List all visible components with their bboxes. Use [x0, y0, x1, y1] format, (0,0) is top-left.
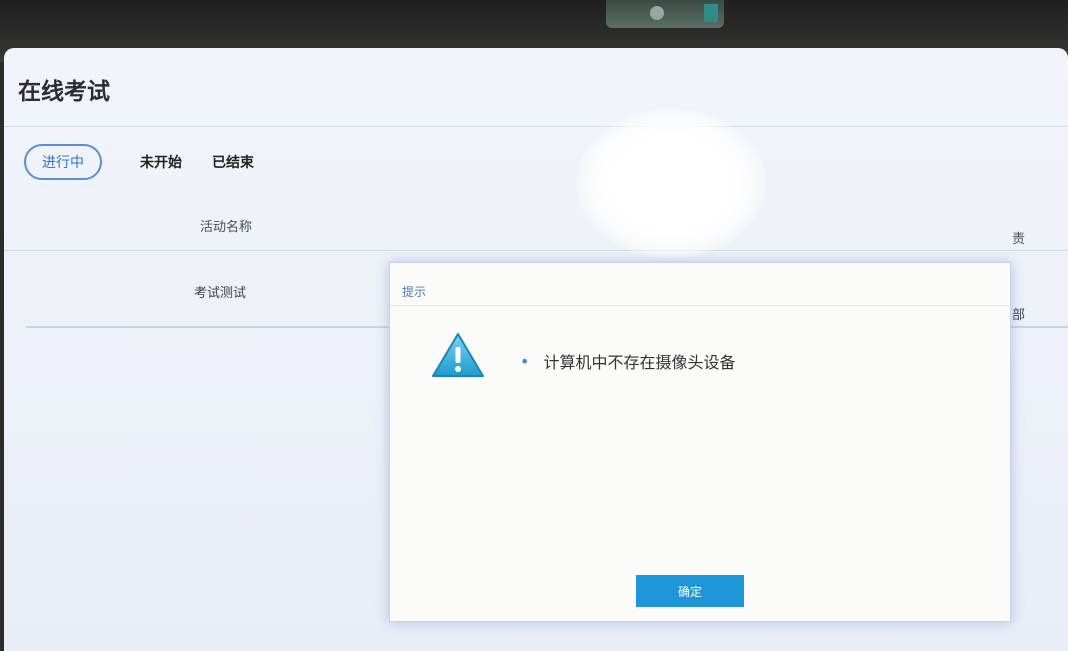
dialog-title: 提示 — [402, 285, 427, 299]
column-header-activity-name: 活动名称 — [200, 220, 253, 235]
dialog-message: • 计算机中不存在摄像头设备 — [520, 349, 735, 373]
screen: 在线考试 进行中 未开始 已结束 活动名称 责 考试测试 部 提示 • 计算机中… — [4, 48, 1068, 651]
dialog-divider — [390, 305, 1010, 306]
message-text: 计算机中不存在摄像头设备 — [543, 353, 736, 372]
tab-in-progress[interactable]: 进行中 — [24, 144, 102, 180]
warning-icon — [430, 331, 486, 379]
page-title: 在线考试 — [18, 79, 110, 105]
cell-right: 部 — [1012, 308, 1026, 323]
table-header: 活动名称 责 — [4, 198, 1068, 251]
title-divider — [4, 126, 1068, 127]
webcam-housing — [606, 0, 724, 28]
ok-button[interactable]: 确定 — [636, 575, 744, 607]
tab-bar: 进行中 未开始 已结束 — [24, 144, 284, 180]
alert-dialog: 提示 • 计算机中不存在摄像头设备 确定 — [389, 262, 1011, 622]
column-header-right: 责 — [1012, 232, 1026, 247]
bullet-icon: • — [520, 351, 530, 371]
tab-not-started[interactable]: 未开始 — [140, 152, 182, 172]
cell-activity-name: 考试测试 — [194, 286, 247, 301]
tab-ended[interactable]: 已结束 — [212, 152, 254, 172]
